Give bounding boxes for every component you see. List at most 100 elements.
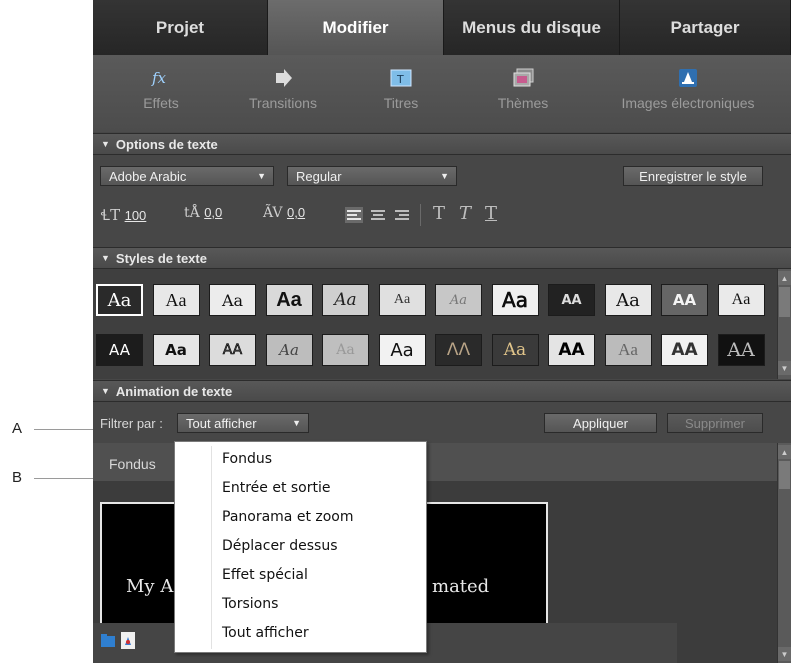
kerning-value[interactable]: 0,0: [287, 205, 305, 220]
animation-category-label: Fondus: [109, 456, 156, 472]
text-style-thumbnail[interactable]: Aa: [491, 334, 539, 366]
section-styles-de-texte-label: Styles de texte: [115, 250, 207, 266]
text-style-thumbnail[interactable]: Aa: [96, 284, 143, 316]
clip-art-icon: [676, 67, 700, 89]
tab-menus-du-disque[interactable]: Menus du disque: [444, 0, 620, 55]
tab-projet[interactable]: Projet: [93, 0, 268, 55]
section-animation-de-texte[interactable]: ▼ Animation de texte: [93, 380, 791, 402]
align-center-button[interactable]: [369, 207, 387, 228]
titles-icon: T: [389, 67, 413, 89]
text-style-thumbnail[interactable]: AA: [661, 334, 708, 366]
kerning-control[interactable]: ÃV 0,0: [263, 205, 305, 221]
scroll-down-icon[interactable]: ▼: [778, 361, 791, 375]
italic-text-icon[interactable]: T: [459, 203, 471, 224]
callout-b: B: [12, 469, 23, 486]
tool-images-electroniques[interactable]: Images électroniques: [603, 55, 773, 132]
text-style-thumbnail[interactable]: Aa: [717, 284, 765, 316]
text-style-thumbnail[interactable]: ΛΛ: [435, 334, 482, 366]
text-style-thumbnail[interactable]: Aa: [152, 284, 200, 316]
text-style-thumbnail[interactable]: Aa: [265, 334, 313, 366]
font-style-value: Regular: [296, 168, 342, 184]
filter-dropdown[interactable]: Tout afficher ▼: [177, 413, 309, 433]
text-style-thumbnail[interactable]: Aa: [378, 334, 426, 366]
tool-titres[interactable]: T Titres: [376, 55, 426, 132]
chevron-down-icon: ▼: [292, 418, 301, 428]
underline-text-icon[interactable]: T: [485, 203, 497, 224]
text-style-thumbnail[interactable]: Aa: [209, 284, 256, 316]
apply-button[interactable]: Appliquer: [544, 413, 657, 433]
kerning-icon: ÃV: [263, 205, 283, 221]
fx-icon: fx: [149, 67, 173, 89]
menu-item-deplacer-dessus[interactable]: Déplacer dessus: [222, 538, 338, 554]
folder-icon[interactable]: [101, 633, 115, 654]
font-family-dropdown[interactable]: Adobe Arabic ▼: [100, 166, 274, 186]
text-style-thumbnail[interactable]: AA: [717, 334, 765, 366]
collapse-triangle-icon: ▼: [101, 386, 110, 396]
tab-partager[interactable]: Partager: [620, 0, 791, 55]
svg-text:T: T: [396, 73, 404, 86]
text-style-thumbnail[interactable]: AA: [96, 334, 143, 366]
menu-item-panorama-et-zoom[interactable]: Panorama et zoom: [222, 509, 354, 525]
section-options-de-texte[interactable]: ▼ Options de texte: [93, 133, 791, 155]
bold-text-icon[interactable]: T: [433, 203, 445, 224]
collapse-triangle-icon: ▼: [101, 253, 110, 263]
tool-effets-label: Effets: [143, 95, 179, 111]
tool-titres-label: Titres: [383, 95, 419, 111]
text-style-thumbnail[interactable]: AA: [548, 284, 595, 316]
font-style-dropdown[interactable]: Regular ▼: [287, 166, 457, 186]
text-style-thumbnail[interactable]: Aa: [491, 284, 539, 316]
menu-item-tout-afficher[interactable]: Tout afficher: [222, 625, 309, 641]
text-style-thumbnail[interactable]: Aa: [322, 284, 369, 316]
text-style-thumbnail[interactable]: Aa: [265, 284, 313, 316]
menu-item-effet-special[interactable]: Effet spécial: [222, 567, 308, 583]
tool-transitions[interactable]: Transitions: [241, 55, 325, 132]
tab-modifier[interactable]: Modifier: [268, 0, 444, 55]
section-styles-de-texte[interactable]: ▼ Styles de texte: [93, 247, 791, 269]
font-size-value[interactable]: 100: [125, 208, 147, 223]
tool-themes-label: Thèmes: [497, 95, 549, 111]
text-style-thumbnail[interactable]: AA: [661, 284, 708, 316]
leading-control[interactable]: tÅ 0,0: [184, 205, 222, 221]
tool-themes[interactable]: Thèmes: [488, 55, 558, 132]
themes-icon: [511, 67, 535, 89]
scroll-down-icon[interactable]: ▼: [778, 647, 791, 661]
align-right-button[interactable]: [393, 207, 411, 228]
scroll-up-icon[interactable]: ▲: [778, 271, 791, 285]
menu-item-fondus[interactable]: Fondus: [222, 451, 272, 467]
text-style-thumbnail[interactable]: Aa: [152, 334, 200, 366]
text-style-thumbnail[interactable]: Aa: [604, 334, 652, 366]
align-right-icon: [395, 210, 409, 220]
collapse-triangle-icon: ▼: [101, 139, 110, 149]
animation-scrollbar[interactable]: ▲ ▼: [777, 443, 791, 663]
styles-scrollbar[interactable]: ▲ ▼: [777, 269, 791, 379]
scroll-thumb[interactable]: [779, 461, 790, 489]
font-size-control[interactable]: ꞭT 100: [101, 205, 146, 225]
text-style-thumbnail[interactable]: Aa: [378, 284, 426, 316]
new-document-icon[interactable]: [121, 632, 135, 654]
font-family-value: Adobe Arabic: [109, 168, 187, 184]
menu-gutter-divider: [211, 446, 212, 649]
tool-effets[interactable]: fx Effets: [133, 55, 189, 132]
leading-value[interactable]: 0,0: [204, 205, 222, 220]
section-animation-de-texte-label: Animation de texte: [115, 383, 233, 399]
toolbar-divider: [420, 204, 421, 226]
text-style-thumbnail[interactable]: AA: [209, 334, 256, 366]
delete-button[interactable]: Supprimer: [667, 413, 763, 433]
menu-item-entree-et-sortie[interactable]: Entrée et sortie: [222, 480, 331, 496]
svg-text:fx: fx: [151, 69, 167, 87]
scroll-thumb[interactable]: [779, 287, 790, 317]
menu-item-torsions[interactable]: Torsions: [222, 596, 278, 612]
text-style-thumbnail[interactable]: Aa: [604, 284, 652, 316]
scroll-up-icon[interactable]: ▲: [778, 445, 791, 459]
chevron-down-icon: ▼: [257, 171, 266, 181]
filter-dropdown-menu: Fondus Entrée et sortie Panorama et zoom…: [174, 441, 427, 653]
text-style-thumbnail[interactable]: Aa: [322, 334, 369, 366]
save-style-button[interactable]: Enregistrer le style: [623, 166, 763, 186]
transitions-icon: [271, 67, 295, 89]
edit-toolbar: fx Effets Transitions T Titres Thèmes Im…: [93, 55, 791, 132]
text-style-thumbnail[interactable]: Aa: [435, 284, 482, 316]
text-style-thumbnail[interactable]: AA: [548, 334, 595, 366]
chevron-down-icon: ▼: [440, 171, 449, 181]
align-left-button[interactable]: [345, 207, 363, 228]
preview-text-right: mated: [432, 576, 490, 597]
